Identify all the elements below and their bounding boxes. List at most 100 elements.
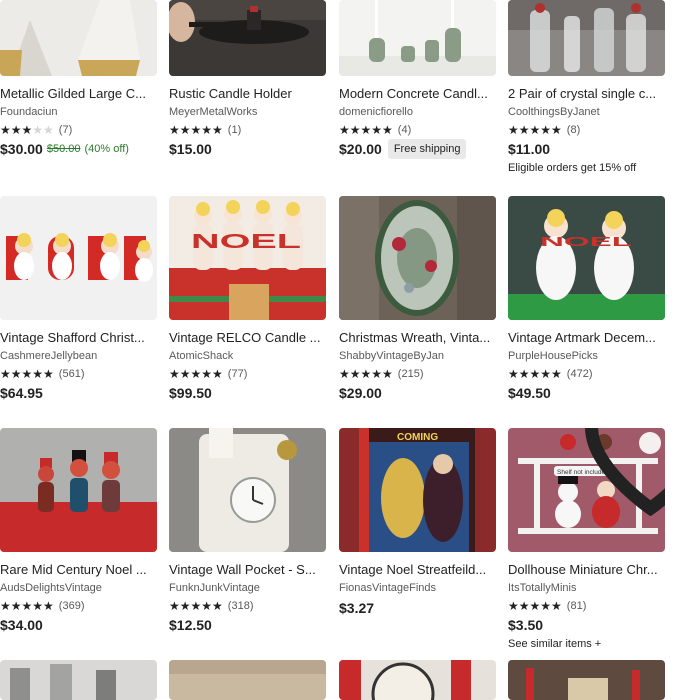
listing-card[interactable]: Christmas Wreath, Vinta... ShabbyVintage…: [339, 196, 496, 406]
listing-image[interactable]: [0, 0, 157, 76]
listing-title[interactable]: Vintage RELCO Candle ...: [169, 330, 326, 345]
rating: ★★★★★ (8): [508, 123, 580, 137]
shop-name[interactable]: ItsTotallyMinis: [508, 582, 665, 594]
listing-image[interactable]: [169, 428, 326, 552]
rating: ★★★★★ (318): [169, 599, 253, 613]
rating: ★★★★★ (561): [0, 367, 84, 381]
price: $11.00: [508, 141, 551, 157]
shop-name[interactable]: CashmereJellybean: [0, 350, 157, 362]
listing-image[interactable]: NOEL: [169, 196, 326, 320]
price: $15.00: [169, 141, 212, 157]
shop-name[interactable]: FunknJunkVintage: [169, 582, 326, 594]
listing-image[interactable]: COMING: [339, 428, 496, 552]
shop-name[interactable]: Foundaciun: [0, 106, 157, 118]
review-count: (215): [397, 368, 424, 380]
listing-card[interactable]: Rustic Candle Holder MeyerMetalWorks ★★★…: [169, 0, 326, 180]
listing-image[interactable]: [0, 196, 157, 320]
listing-title[interactable]: Christmas Wreath, Vinta...: [339, 330, 496, 345]
listing-image[interactable]: [0, 660, 157, 700]
star-rating: ★★★★★: [339, 123, 393, 137]
review-count: (561): [58, 368, 85, 380]
listing-image[interactable]: NOEL: [508, 196, 665, 320]
image-text-coming: COMING: [397, 432, 438, 443]
listing-card[interactable]: NOEL Vintage Artmark Decem... PurpleHous…: [508, 196, 665, 406]
listing-image[interactable]: [508, 660, 665, 700]
listing-card[interactable]: Metallic Gilded Large C... Foundaciun ★★…: [0, 0, 157, 180]
listing-title[interactable]: Vintage Noel Streatfeild...: [339, 562, 496, 577]
see-similar-link[interactable]: See similar items +: [508, 638, 601, 650]
star-rating: ★★★★★: [0, 367, 54, 381]
star-rating: ★★★★★: [508, 599, 562, 613]
listing-card[interactable]: [339, 660, 496, 700]
listing-card[interactable]: Vintage Wall Pocket - S... FunknJunkVint…: [169, 428, 326, 638]
listing-card[interactable]: 2 Pair of crystal single c... Coolthings…: [508, 0, 665, 180]
price-row: $3.27: [339, 600, 374, 616]
star-rating: ★★★★★: [339, 367, 393, 381]
shop-name[interactable]: AtomicShack: [169, 350, 326, 362]
listing-title[interactable]: Dollhouse Miniature Chr...: [508, 562, 665, 577]
listing-title[interactable]: 2 Pair of crystal single c...: [508, 86, 665, 101]
listing-card[interactable]: NOEL Vintage RELCO Candle ... AtomicShac…: [169, 196, 326, 406]
listing-card[interactable]: [508, 660, 665, 700]
price: $34.00: [0, 617, 43, 633]
review-count: (4): [397, 124, 412, 136]
shop-name[interactable]: FionasVintageFinds: [339, 582, 496, 594]
image-text-noel: NOEL: [540, 234, 632, 249]
price-row: $49.50: [508, 385, 551, 401]
listing-image[interactable]: [0, 428, 157, 552]
listing-image[interactable]: [169, 0, 326, 76]
listing-card[interactable]: [169, 660, 326, 700]
listing-card[interactable]: Rare Mid Century Noel ... AudsDelightsVi…: [0, 428, 157, 638]
review-count: (1): [227, 124, 242, 136]
price-row: $15.00: [169, 141, 212, 157]
listing-title[interactable]: Rustic Candle Holder: [169, 86, 326, 101]
free-shipping-badge: Free shipping: [387, 139, 467, 159]
discount-percent: (40% off): [84, 143, 129, 155]
listing-card[interactable]: Vintage Shafford Christ... CashmereJelly…: [0, 196, 157, 406]
listing-image[interactable]: [339, 196, 496, 320]
price-row: $3.50: [508, 617, 543, 633]
listing-card[interactable]: COMING Vintage Noel Streatfeild... Fiona…: [339, 428, 496, 638]
rating: ★★★★★ (369): [0, 599, 84, 613]
review-count: (472): [566, 368, 593, 380]
listing-title[interactable]: Vintage Artmark Decem...: [508, 330, 665, 345]
shop-name[interactable]: MeyerMetalWorks: [169, 106, 326, 118]
shop-name[interactable]: ShabbyVintageByJan: [339, 350, 496, 362]
rating: ★★★★★ (4): [339, 123, 411, 137]
shop-name[interactable]: AudsDelightsVintage: [0, 582, 157, 594]
price: $3.50: [508, 617, 544, 633]
listing-card[interactable]: [0, 660, 157, 700]
listing-title[interactable]: Vintage Wall Pocket - S...: [169, 562, 326, 577]
review-count: (81): [566, 600, 587, 612]
listing-image[interactable]: [339, 0, 496, 76]
listing-card[interactable]: Shelf not included Dollhouse Miniature C…: [508, 428, 665, 658]
shop-name[interactable]: PurpleHousePicks: [508, 350, 665, 362]
star-rating: ★★★★★: [169, 599, 223, 613]
listing-image[interactable]: [339, 660, 496, 700]
favorite-button[interactable]: [584, 428, 665, 516]
listing-title[interactable]: Metallic Gilded Large C...: [0, 86, 157, 101]
review-count: (7): [58, 124, 73, 136]
price: $64.95: [0, 385, 43, 401]
listing-image[interactable]: [169, 660, 326, 700]
star-rating: ★★★★★: [169, 367, 223, 381]
shop-name[interactable]: CoolthingsByJanet: [508, 106, 665, 118]
review-count: (318): [227, 600, 254, 612]
shop-name[interactable]: domenicfiorello: [339, 106, 496, 118]
review-count: (8): [566, 124, 581, 136]
price-row: $99.50: [169, 385, 212, 401]
listing-title[interactable]: Vintage Shafford Christ...: [0, 330, 157, 345]
rating: ★★★★★ (215): [339, 367, 423, 381]
listing-image[interactable]: Shelf not included: [508, 428, 665, 552]
listing-card[interactable]: Modern Concrete Candl... domenicfiorello…: [339, 0, 496, 180]
star-rating: ★★★★★: [508, 367, 562, 381]
review-count: (77): [227, 368, 248, 380]
listing-image[interactable]: [508, 0, 665, 76]
rating: ★★★★★ (81): [508, 599, 586, 613]
heart-icon: [572, 428, 665, 516]
price: $12.50: [169, 617, 212, 633]
image-text-noel: NOEL: [191, 231, 301, 253]
listing-title[interactable]: Modern Concrete Candl...: [339, 86, 496, 101]
original-price: $50.00: [46, 143, 81, 155]
listing-title[interactable]: Rare Mid Century Noel ...: [0, 562, 157, 577]
